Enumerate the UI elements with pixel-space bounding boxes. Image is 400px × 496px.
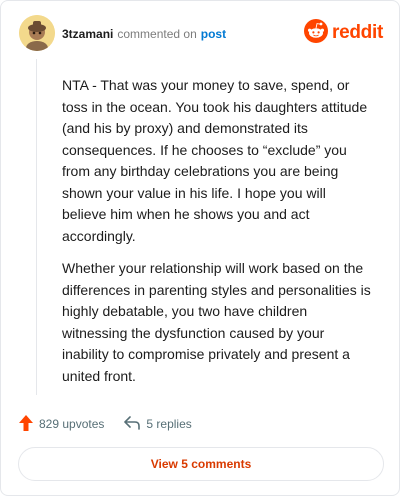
username[interactable]: 3tzamani [62,27,113,41]
comment-header: 3tzamani commented on post reddit [19,15,383,53]
post-link[interactable]: post [201,27,226,41]
upvote-arrow-icon [19,414,33,434]
comment-card: 3tzamani commented on post reddit NTA - … [0,0,400,496]
reddit-brand[interactable]: reddit [304,18,383,48]
comment-body: NTA - That was your money to save, spend… [62,75,372,387]
upvote-button[interactable]: 829 upvotes [19,414,105,434]
thread-line[interactable] [36,59,37,395]
avatar[interactable] [19,15,55,51]
comment-paragraph: NTA - That was your money to save, spend… [62,77,368,244]
reddit-logo-icon [304,18,329,48]
view-comments-button[interactable]: View 5 comments [18,447,384,481]
upvote-count: 829 upvotes [39,417,105,431]
commented-on-text: commented on [117,27,197,41]
comment-paragraph: Whether your relationship will work base… [62,260,371,384]
replies-count: 5 replies [146,417,192,431]
comment-actions: 829 upvotes 5 replies [19,414,192,434]
comment-meta: 3tzamani commented on post [62,27,226,41]
replies-button[interactable]: 5 replies [124,415,192,433]
reddit-wordmark: reddit [332,22,383,43]
reply-arrow-icon [124,415,141,433]
